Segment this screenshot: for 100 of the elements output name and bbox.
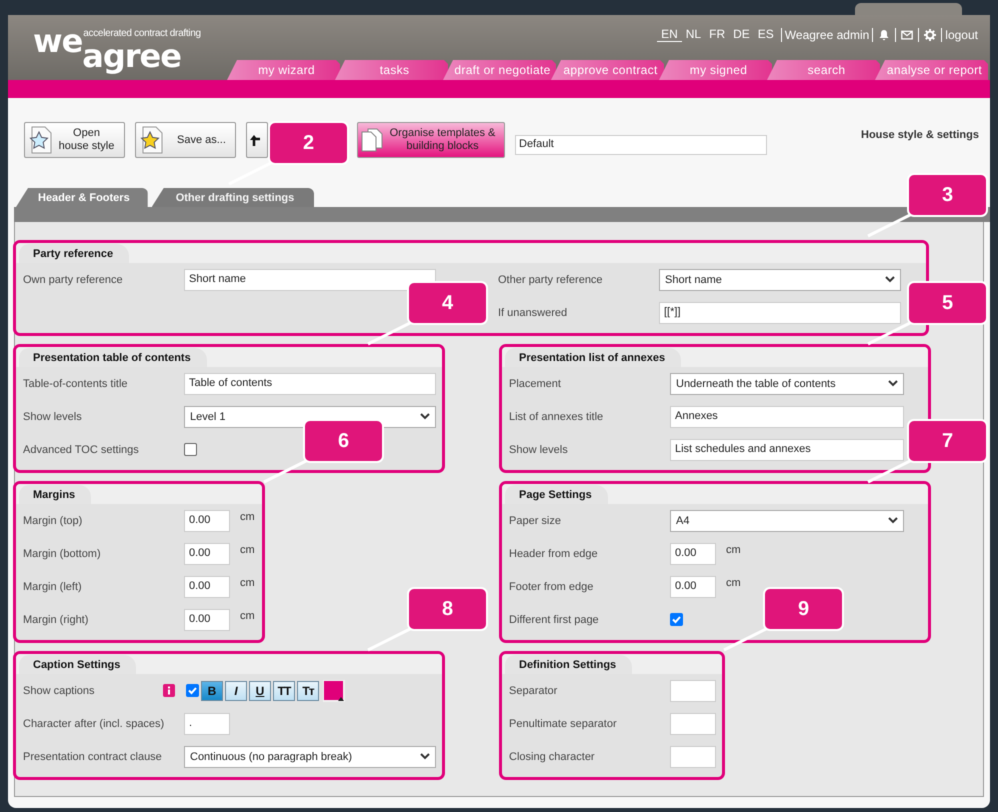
dropdown[interactable]: A4 bbox=[670, 510, 904, 532]
checkbox[interactable] bbox=[184, 443, 197, 456]
field-label: Advanced TOC settings bbox=[23, 444, 140, 456]
field-label: List of annexes title bbox=[509, 410, 604, 422]
unit-label: cm bbox=[726, 544, 741, 556]
documents-icon bbox=[361, 128, 383, 152]
undo-button[interactable] bbox=[246, 122, 268, 158]
field-label: Show levels bbox=[509, 444, 569, 456]
field-label: Header from edge bbox=[509, 548, 599, 560]
format-button[interactable]: U bbox=[249, 680, 271, 700]
callout-badge: 9 bbox=[763, 587, 844, 631]
field-label: Show levels bbox=[23, 410, 83, 422]
language-link[interactable]: ES bbox=[754, 27, 778, 42]
number-field[interactable]: 0.00 bbox=[184, 510, 230, 532]
text-field[interactable]: Annexes bbox=[670, 406, 904, 428]
dropdown[interactable]: Short name bbox=[659, 268, 901, 290]
format-button[interactable]: TT bbox=[273, 680, 295, 700]
unit-label: cm bbox=[240, 544, 255, 556]
group-title: Page Settings bbox=[505, 485, 608, 504]
field-label: Presentation contract clause bbox=[23, 750, 163, 762]
group-title: Presentation table of contents bbox=[19, 348, 207, 367]
group-title: Margins bbox=[19, 485, 92, 504]
mail-icon[interactable] bbox=[901, 28, 914, 40]
field-label: Footer from edge bbox=[509, 580, 594, 592]
callout-badge: 4 bbox=[407, 281, 488, 325]
group-title: Party reference bbox=[19, 244, 130, 263]
number-field[interactable]: 0.00 bbox=[184, 576, 230, 598]
settings-icon[interactable] bbox=[924, 28, 936, 40]
unit-label: cm bbox=[726, 576, 741, 588]
text-field[interactable]: . bbox=[184, 712, 230, 734]
dropdown[interactable]: Continuous (no paragraph break) bbox=[184, 746, 436, 768]
number-field[interactable]: 0.00 bbox=[670, 576, 716, 598]
number-field[interactable]: 0.00 bbox=[670, 542, 716, 564]
format-button[interactable]: Tᴛ bbox=[297, 680, 319, 700]
language-link[interactable]: DE bbox=[729, 27, 754, 42]
document-star-icon bbox=[28, 126, 54, 154]
field-label: Own party reference bbox=[23, 274, 124, 286]
chevron-icon bbox=[420, 753, 430, 760]
callout-badge: 2 bbox=[268, 121, 349, 165]
field-label: Table-of-contents title bbox=[23, 378, 129, 390]
field-label: If unanswered bbox=[498, 306, 568, 318]
field-label: Separator bbox=[509, 684, 558, 696]
user-link[interactable]: Weagree admin bbox=[784, 28, 870, 42]
style-name-field[interactable]: Default bbox=[515, 135, 767, 155]
callout-badge: 5 bbox=[907, 281, 988, 325]
save-as-button[interactable]: Save as... bbox=[135, 122, 236, 158]
field-label: Different first page bbox=[509, 614, 600, 626]
field-label: Character after (incl. spaces) bbox=[23, 718, 166, 730]
chevron-icon bbox=[885, 276, 895, 283]
chevron-icon bbox=[888, 380, 898, 387]
callout-badge: 7 bbox=[907, 419, 988, 463]
group-title: Caption Settings bbox=[19, 655, 136, 674]
field-label: Other party reference bbox=[498, 274, 604, 286]
group-title: Presentation list of annexes bbox=[505, 348, 682, 367]
checkbox[interactable] bbox=[186, 684, 199, 697]
bell-icon[interactable] bbox=[878, 28, 890, 40]
info-icon[interactable] bbox=[163, 684, 175, 697]
text-field[interactable]: [[*]] bbox=[659, 302, 901, 324]
group-title: Definition Settings bbox=[505, 655, 632, 674]
logout-link[interactable]: logout bbox=[945, 28, 978, 42]
color-picker[interactable] bbox=[323, 680, 345, 702]
field-label: Margin (top) bbox=[23, 514, 84, 526]
language-link[interactable]: FR bbox=[705, 27, 730, 42]
unit-label: cm bbox=[240, 610, 255, 622]
text-field[interactable]: Table of contents bbox=[184, 372, 436, 394]
text-field[interactable]: Short name bbox=[184, 268, 436, 290]
field-label: Margin (left) bbox=[23, 580, 83, 592]
unit-label: cm bbox=[240, 510, 255, 522]
dropdown[interactable]: Underneath the table of contents bbox=[670, 372, 904, 394]
number-field[interactable]: 0.00 bbox=[184, 608, 230, 630]
text-field[interactable]: List schedules and annexes bbox=[670, 438, 904, 460]
unit-label: cm bbox=[240, 576, 255, 588]
document-star-icon bbox=[139, 126, 165, 154]
chevron-icon bbox=[420, 413, 430, 420]
caret-icon bbox=[338, 696, 344, 700]
callout-badge: 8 bbox=[407, 587, 488, 631]
callout-badge: 3 bbox=[907, 173, 988, 217]
checkbox[interactable] bbox=[670, 613, 683, 626]
number-field[interactable]: 0.00 bbox=[184, 542, 230, 564]
text-field[interactable] bbox=[670, 712, 716, 734]
organise-button[interactable]: Organise templates & building blocks bbox=[357, 122, 505, 158]
field-label: Paper size bbox=[509, 514, 562, 526]
callout-badge: 6 bbox=[303, 419, 384, 463]
text-field[interactable] bbox=[670, 680, 716, 702]
field-label: Placement bbox=[509, 378, 562, 390]
field-label: Show captions bbox=[23, 684, 96, 696]
field-label: Margin (right) bbox=[23, 614, 90, 626]
nav-tab[interactable]: approve contract bbox=[551, 60, 664, 80]
open-button[interactable]: Open house style bbox=[24, 122, 125, 158]
field-label: Closing character bbox=[509, 750, 596, 762]
language-link[interactable]: NL bbox=[682, 27, 706, 42]
language-link[interactable]: EN bbox=[657, 27, 682, 42]
page-title: House style & settings bbox=[861, 129, 979, 141]
tab[interactable]: Other drafting settings bbox=[152, 188, 314, 207]
field-label: Margin (bottom) bbox=[23, 548, 102, 560]
tab[interactable]: Header & Footers bbox=[16, 188, 148, 207]
format-button[interactable]: I bbox=[225, 680, 247, 700]
field-label: Penultimate separator bbox=[509, 718, 618, 730]
format-button[interactable]: B bbox=[201, 680, 223, 700]
text-field[interactable] bbox=[670, 746, 716, 768]
